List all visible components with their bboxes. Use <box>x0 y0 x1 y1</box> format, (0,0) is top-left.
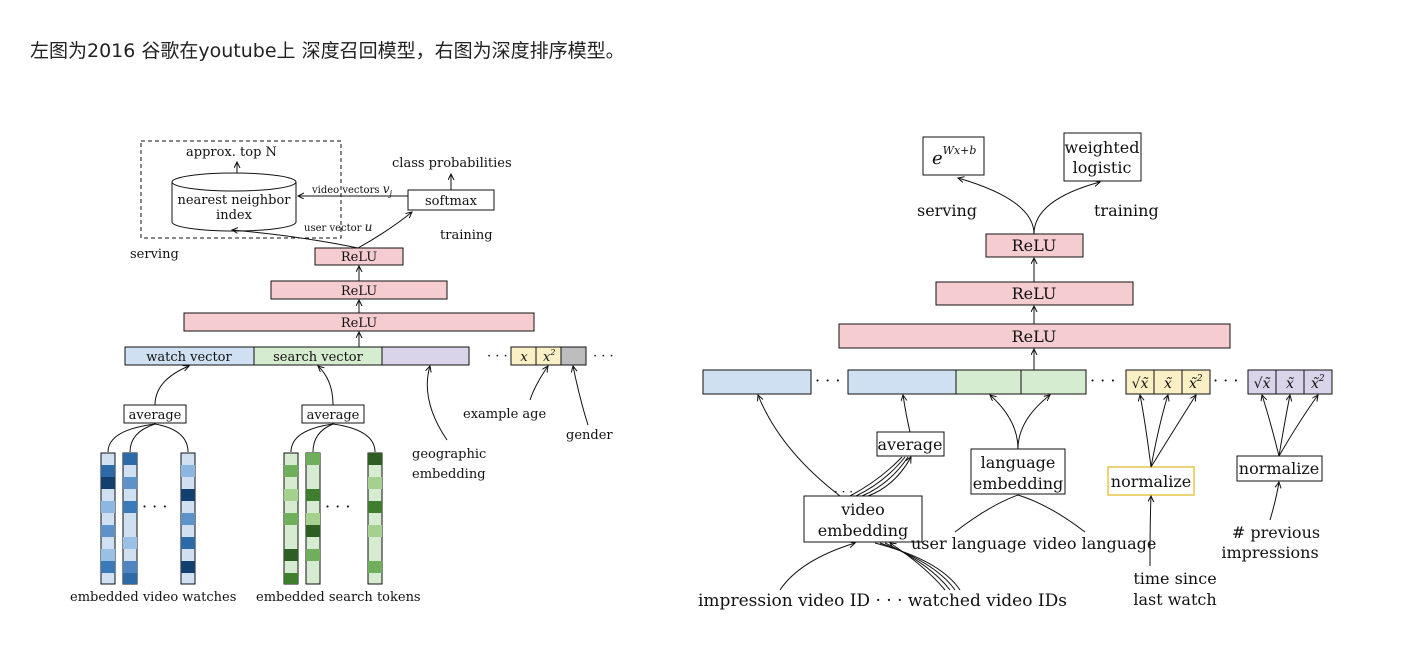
gender-label: gender <box>566 428 613 443</box>
ellipsis-right-2: · · · <box>1090 371 1115 390</box>
time-since-label: time since <box>1133 569 1216 588</box>
ellipsis-right-1: · · · <box>815 371 840 390</box>
video-embedding-label: embedding <box>818 521 909 540</box>
average-label-right: average <box>878 435 943 454</box>
relu-mid-left-label: ReLU <box>341 284 377 299</box>
serving-label-left: serving <box>130 247 179 262</box>
impression-features: √x̃ x̃ x̃2 <box>1247 369 1333 395</box>
impr-x-label: x̃ <box>1286 376 1294 392</box>
normalize-impressions-label: normalize <box>1239 459 1319 478</box>
diagram-canvas: approx. top N nearest neighbor index cla… <box>70 132 1333 611</box>
ellipsis-watch-columns: · · · <box>142 497 167 516</box>
geographic-label-2: embedding <box>412 467 486 482</box>
average-search-label: average <box>307 408 360 423</box>
nn-index-label-1: nearest neighbor <box>177 193 291 208</box>
ranking-diagram: eWx+b weighted logistic serving training… <box>698 132 1333 611</box>
embedded-tokens-label: embedded search tokens <box>256 590 421 605</box>
x-label: x <box>520 350 528 365</box>
gender-box <box>560 346 587 366</box>
watch-vector-label: watch vector <box>146 350 232 365</box>
embedded-token-columns: · · · <box>283 452 383 585</box>
training-label-right: training <box>1094 201 1159 220</box>
geographic-label-1: geographic <box>412 447 486 462</box>
impr-sqrt-label: √x̃ <box>1254 376 1271 392</box>
weighted-label: weighted <box>1065 138 1140 157</box>
relu-bottom-left-label: ReLU <box>341 316 377 331</box>
language-embedding-label: embedding <box>973 474 1064 493</box>
time-sqrt-label: √x̃ <box>1132 376 1149 392</box>
time-x-label: x̃ <box>1164 376 1172 392</box>
embedded-watches-label: embedded video watches <box>70 590 236 605</box>
bottom-ids-line: impression video ID · · · watched video … <box>698 591 1067 611</box>
geographic-box <box>381 346 470 366</box>
ellipsis-left-1: · · · <box>487 349 508 364</box>
user-vector-label: user vector u <box>304 220 372 234</box>
relu-top-right-label: ReLU <box>1012 236 1057 255</box>
class-probabilities-label: class probabilities <box>392 156 512 171</box>
ellipsis-right-3: · · · <box>1213 371 1238 390</box>
relu-bottom-right-label: ReLU <box>1012 327 1057 346</box>
last-watch-label: last watch <box>1133 590 1216 609</box>
watched-average-box <box>847 369 957 395</box>
example-age-label: example age <box>463 407 546 422</box>
average-watch-label: average <box>129 408 182 423</box>
user-language-box <box>955 369 1022 395</box>
ellipsis-left-2: · · · <box>593 349 614 364</box>
nn-index-label-2: index <box>216 208 253 223</box>
time-features: √x̃ x̃ x̃2 <box>1125 369 1211 395</box>
ellipsis-token-columns: · · · <box>325 497 350 516</box>
relu-top-left-label: ReLU <box>341 250 377 265</box>
nearest-neighbor-index: nearest neighbor index <box>171 172 297 232</box>
impression-embedding-box <box>702 369 812 395</box>
search-vector-label: search vector <box>273 350 363 365</box>
previous-label: # previous <box>1232 523 1320 542</box>
impressions-label: impressions <box>1221 543 1318 562</box>
video-language-label: video language <box>1032 534 1156 553</box>
relu-mid-right-label: ReLU <box>1012 284 1057 303</box>
normalize-time-label: normalize <box>1111 472 1191 491</box>
ellipsis-video-fan: · · · <box>834 485 853 499</box>
language-label: language <box>981 453 1056 472</box>
embedded-watch-columns: · · · <box>100 452 196 585</box>
candidate-generation-diagram: approx. top N nearest neighbor index cla… <box>70 140 614 605</box>
softmax-label: softmax <box>425 194 478 209</box>
logistic-label: logistic <box>1073 158 1132 177</box>
serving-label-right: serving <box>917 201 977 220</box>
user-language-label: user language <box>911 534 1026 553</box>
approx-top-n-label: approx. top N <box>186 145 277 160</box>
training-label-left: training <box>440 228 493 243</box>
video-language-box <box>1020 369 1087 395</box>
video-label: video <box>840 500 885 519</box>
